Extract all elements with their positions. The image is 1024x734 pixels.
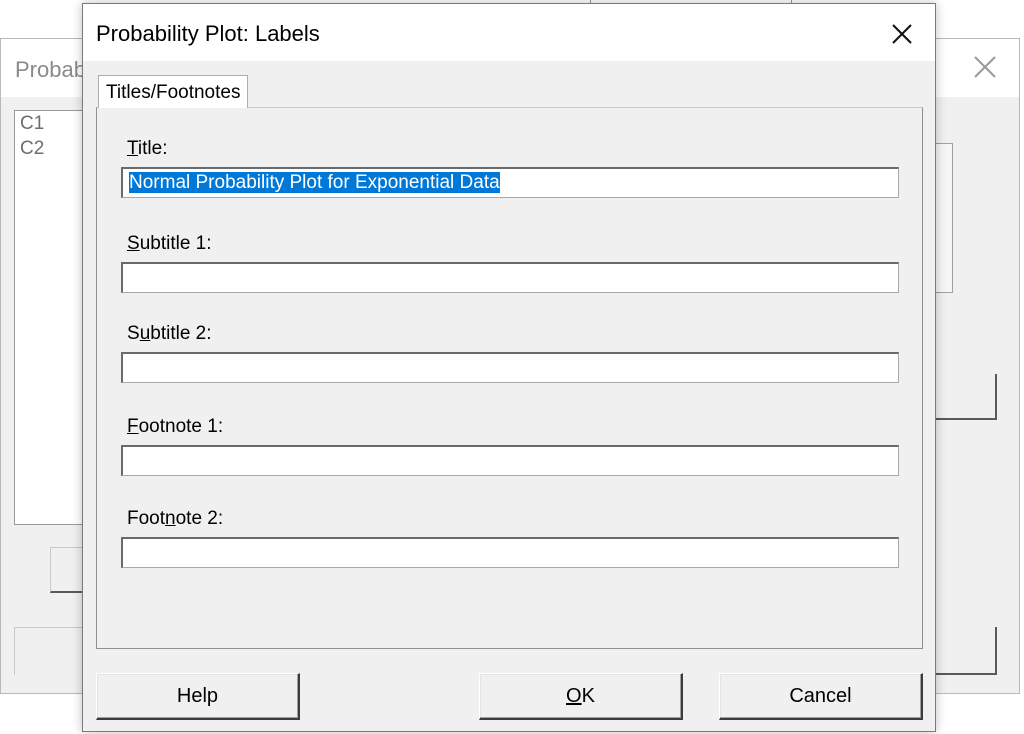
title-input-value: Normal Probability Plot for Exponential … [129, 172, 500, 193]
cancel-button[interactable]: Cancel [719, 673, 923, 720]
labels-dialog: Probability Plot: Labels Titles/Footnote… [82, 3, 936, 732]
subtitle-1-input[interactable] [121, 262, 899, 293]
subtitle-2-label: Subtitle 2: [127, 323, 212, 344]
tab-titles-footnotes[interactable]: Titles/Footnotes [98, 75, 249, 108]
background-frame [935, 143, 953, 293]
footnote-2-label: Footnote 2: [127, 508, 224, 529]
dialog-titlebar: Probability Plot: Labels [83, 4, 935, 61]
background-button[interactable] [935, 627, 997, 675]
close-icon[interactable] [887, 19, 917, 49]
background-dialog-title: Probab [15, 57, 86, 82]
subtitle-1-label: Subtitle 1: [127, 233, 212, 254]
help-button[interactable]: Help [96, 673, 300, 720]
tab-page: Title: Normal Probability Plot for Expon… [96, 107, 923, 649]
title-input[interactable]: Normal Probability Plot for Exponential … [121, 167, 899, 198]
background-button[interactable] [935, 374, 997, 420]
footnote-2-input[interactable] [121, 537, 899, 568]
close-icon[interactable] [971, 53, 999, 81]
title-label: Title: [127, 138, 168, 159]
subtitle-2-input[interactable] [121, 352, 899, 383]
ok-button[interactable]: OK [479, 673, 683, 720]
footnote-1-label: Footnote 1: [127, 416, 224, 437]
dialog-title: Probability Plot: Labels [96, 21, 320, 46]
footnote-1-input[interactable] [121, 445, 899, 476]
